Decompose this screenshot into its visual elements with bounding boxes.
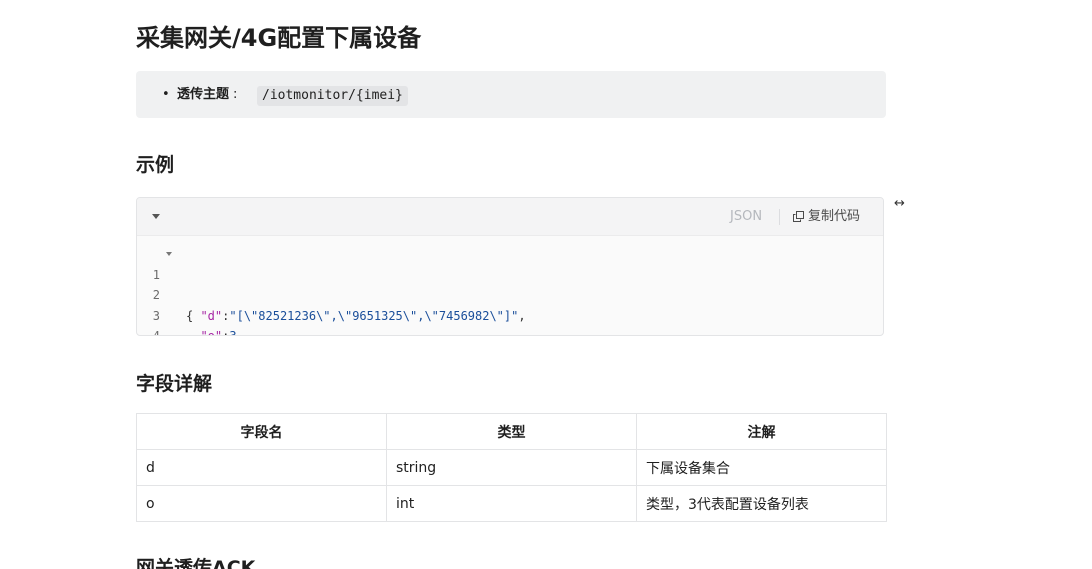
table-cell: d: [136, 449, 387, 486]
column-header-note: 注解: [636, 413, 887, 450]
line-number: 4: [152, 329, 160, 336]
toolbar-divider: [779, 209, 780, 225]
topic-code: /iotmonitor/{imei}: [257, 86, 408, 106]
document-page: 采集网关/4G配置下属设备 • 透传主题 : /iotmonitor/{imei…: [0, 0, 1092, 569]
code-lines[interactable]: 1 { 2 "d":"[\"82521236\",\"9651325\",\"7…: [137, 244, 883, 336]
fields-table: 字段名 类型 注解 d string 下属设备集合 o int 类型，3代表配置…: [136, 413, 887, 522]
table-cell: 类型，3代表配置设备列表: [636, 485, 887, 522]
table-cell: 下属设备集合: [636, 449, 887, 486]
code-block: JSON 复制代码 1 { 2 "d":"[\"82521236\",\"965…: [136, 197, 884, 336]
column-header-field-name: 字段名: [136, 413, 387, 450]
section-heading-fields: 字段详解: [136, 373, 213, 395]
section-heading-ack: 网关透传ACK: [136, 557, 256, 569]
copy-code-label: 复制代码: [808, 209, 861, 224]
code-line: 1 {: [137, 244, 883, 323]
json-value: 3: [229, 329, 237, 336]
column-header-type: 类型: [386, 413, 637, 450]
copy-code-button[interactable]: 复制代码: [793, 208, 860, 226]
code-line: 3 "o":3: [137, 285, 883, 336]
code-line: 2 "d":"[\"82521236\",\"9651325\",\"74569…: [137, 265, 883, 323]
expand-horizontal-icon[interactable]: ↔: [894, 197, 905, 211]
section-heading-example: 示例: [136, 154, 175, 176]
topic-colon: :: [233, 87, 238, 102]
page-title: 采集网关/4G配置下属设备: [136, 24, 422, 52]
topic-label: 透传主题: [177, 87, 230, 102]
table-cell: int: [386, 485, 637, 522]
table-row: o int 类型，3代表配置设备列表: [136, 485, 887, 522]
fold-chevron-icon[interactable]: [166, 252, 172, 256]
table-cell: string: [386, 449, 637, 486]
topic-callout: • 透传主题 : /iotmonitor/{imei}: [136, 71, 886, 118]
chevron-down-icon[interactable]: [152, 214, 160, 219]
table-row: d string 下属设备集合: [136, 449, 887, 486]
code-language-label: JSON: [730, 209, 763, 224]
bullet-icon: •: [162, 87, 170, 102]
code-line: 4 }: [137, 306, 883, 335]
code-toolbar: JSON 复制代码: [137, 198, 883, 236]
table-header-row: 字段名 类型 注解: [136, 413, 887, 450]
copy-icon: [793, 211, 804, 222]
table-cell: o: [136, 485, 387, 522]
